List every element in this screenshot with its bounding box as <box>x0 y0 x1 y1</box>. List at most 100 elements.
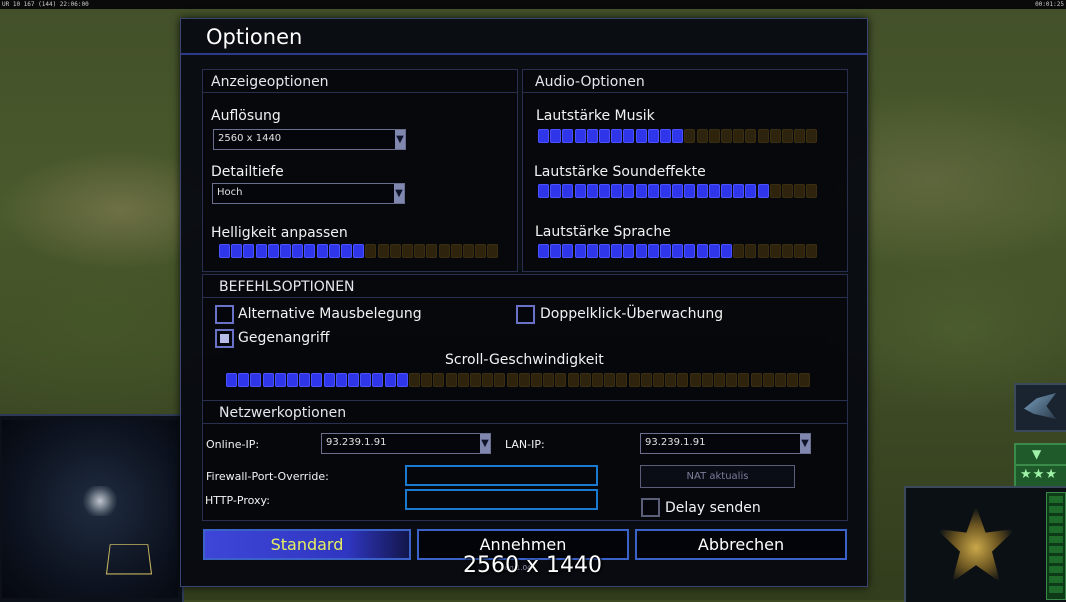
slider-segment[interactable] <box>250 373 262 387</box>
slider-segment[interactable] <box>543 373 555 387</box>
resolution-dropdown[interactable]: 2560 x 1440 ▼ <box>213 129 406 150</box>
slider-segment[interactable] <box>611 129 623 143</box>
slider-segment[interactable] <box>586 129 598 143</box>
slider-segment[interactable] <box>389 244 401 258</box>
slider-segment[interactable] <box>647 129 659 143</box>
music-volume-slider[interactable] <box>538 129 819 143</box>
slider-segment[interactable] <box>757 184 769 198</box>
slider-segment[interactable] <box>672 129 684 143</box>
scroll-speed-slider[interactable] <box>226 373 812 387</box>
slider-segment[interactable] <box>708 244 720 258</box>
slider-segment[interactable] <box>757 244 769 258</box>
slider-segment[interactable] <box>323 373 335 387</box>
slider-segment[interactable] <box>475 244 487 258</box>
slider-segment[interactable] <box>586 184 598 198</box>
slider-segment[interactable] <box>684 184 696 198</box>
brightness-slider[interactable] <box>219 244 500 258</box>
slider-segment[interactable] <box>353 244 365 258</box>
slider-segment[interactable] <box>787 373 799 387</box>
slider-segment[interactable] <box>384 373 396 387</box>
slider-segment[interactable] <box>292 244 304 258</box>
slider-segment[interactable] <box>750 373 762 387</box>
slider-segment[interactable] <box>574 244 586 258</box>
slider-segment[interactable] <box>745 184 757 198</box>
dropdown-arrow-icon[interactable]: ▼ <box>480 434 490 453</box>
slider-segment[interactable] <box>696 184 708 198</box>
slider-segment[interactable] <box>360 373 372 387</box>
slider-segment[interactable] <box>660 129 671 143</box>
slider-segment[interactable] <box>438 244 450 258</box>
slider-segment[interactable] <box>782 244 793 258</box>
voice-volume-slider[interactable] <box>538 244 819 258</box>
slider-segment[interactable] <box>402 244 413 258</box>
slider-segment[interactable] <box>640 373 652 387</box>
detail-dropdown[interactable]: Hoch ▼ <box>212 183 405 204</box>
slider-segment[interactable] <box>782 129 793 143</box>
slider-segment[interactable] <box>635 244 647 258</box>
slider-segment[interactable] <box>647 244 659 258</box>
slider-segment[interactable] <box>450 244 462 258</box>
slider-segment[interactable] <box>696 244 708 258</box>
slider-segment[interactable] <box>701 373 713 387</box>
slider-segment[interactable] <box>599 129 610 143</box>
slider-segment[interactable] <box>689 373 701 387</box>
slider-segment[interactable] <box>677 373 689 387</box>
slider-segment[interactable] <box>799 373 811 387</box>
slider-segment[interactable] <box>518 373 530 387</box>
slider-segment[interactable] <box>243 244 255 258</box>
dropdown-arrow-icon[interactable]: ▼ <box>800 434 810 453</box>
slider-segment[interactable] <box>457 373 469 387</box>
slider-segment[interactable] <box>494 373 506 387</box>
slider-segment[interactable] <box>574 129 586 143</box>
slider-segment[interactable] <box>733 184 745 198</box>
sfx-volume-slider[interactable] <box>538 184 819 198</box>
slider-segment[interactable] <box>794 129 806 143</box>
slider-segment[interactable] <box>219 244 230 258</box>
counterattack-checkbox[interactable] <box>215 329 234 348</box>
slider-segment[interactable] <box>335 373 347 387</box>
slider-segment[interactable] <box>592 373 603 387</box>
slider-segment[interactable] <box>733 129 745 143</box>
slider-segment[interactable] <box>665 373 677 387</box>
lan-ip-dropdown[interactable]: 93.239.1.91 ▼ <box>640 433 811 454</box>
cancel-button[interactable]: Abbrechen <box>635 529 847 560</box>
slider-segment[interactable] <box>660 244 671 258</box>
slider-segment[interactable] <box>672 244 684 258</box>
slider-segment[interactable] <box>611 184 623 198</box>
slider-segment[interactable] <box>567 373 579 387</box>
slider-segment[interactable] <box>348 373 359 387</box>
slider-segment[interactable] <box>806 184 818 198</box>
slider-segment[interactable] <box>769 244 781 258</box>
slider-segment[interactable] <box>738 373 750 387</box>
slider-segment[interactable] <box>267 244 279 258</box>
slider-segment[interactable] <box>463 244 474 258</box>
slider-segment[interactable] <box>414 244 426 258</box>
slider-segment[interactable] <box>531 373 542 387</box>
slider-segment[interactable] <box>506 373 518 387</box>
slider-segment[interactable] <box>304 244 316 258</box>
slider-segment[interactable] <box>684 129 696 143</box>
slider-segment[interactable] <box>255 244 267 258</box>
slider-segment[interactable] <box>745 244 757 258</box>
slider-segment[interactable] <box>409 373 420 387</box>
slider-segment[interactable] <box>745 129 757 143</box>
slider-segment[interactable] <box>280 244 291 258</box>
slider-segment[interactable] <box>562 184 574 198</box>
nat-refresh-button[interactable]: NAT aktualis <box>640 465 795 488</box>
slider-segment[interactable] <box>611 244 623 258</box>
firewall-port-input[interactable] <box>405 465 598 486</box>
slider-segment[interactable] <box>231 244 243 258</box>
standard-button[interactable]: Standard <box>203 529 411 560</box>
slider-segment[interactable] <box>586 244 598 258</box>
slider-segment[interactable] <box>372 373 384 387</box>
slider-segment[interactable] <box>672 184 684 198</box>
slider-segment[interactable] <box>470 373 481 387</box>
slider-segment[interactable] <box>794 184 806 198</box>
slider-segment[interactable] <box>550 244 562 258</box>
slider-segment[interactable] <box>782 184 793 198</box>
dropdown-arrow-icon[interactable]: ▼ <box>395 130 405 149</box>
slider-segment[interactable] <box>396 373 408 387</box>
slider-segment[interactable] <box>365 244 377 258</box>
double-click-label[interactable]: Doppelklick-Überwachung <box>540 306 723 322</box>
slider-segment[interactable] <box>328 244 340 258</box>
